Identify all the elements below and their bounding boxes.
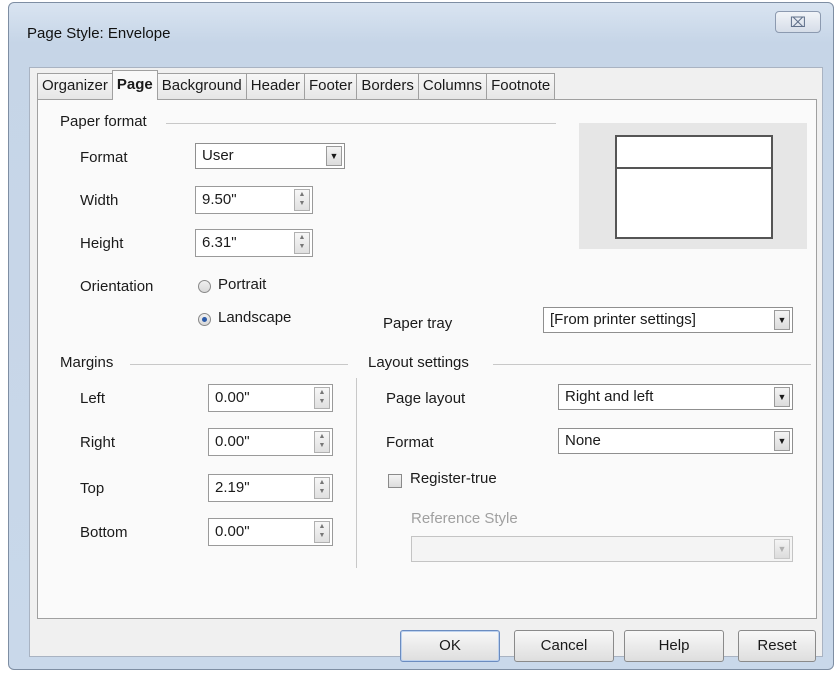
- layout-divider: [493, 364, 811, 365]
- page-layout-value: Right and left: [565, 388, 654, 405]
- format-label: Format: [80, 149, 128, 166]
- bottom-margin-value: 0.00": [215, 523, 250, 540]
- layout-format-value: None: [565, 432, 601, 449]
- help-button[interactable]: Help: [624, 630, 724, 662]
- page-layout-label: Page layout: [386, 390, 466, 407]
- portrait-radio[interactable]: [198, 280, 211, 293]
- format-dropdown[interactable]: User ▼: [195, 143, 345, 169]
- dialog-title: Page Style: Envelope: [27, 25, 171, 42]
- dialog-content: Organizer Page Background Header Footer …: [29, 67, 823, 662]
- tab-footnote[interactable]: Footnote: [486, 73, 556, 99]
- format-value: User: [202, 147, 234, 164]
- paper-tray-label: Paper tray: [383, 315, 453, 332]
- top-margin-label: Top: [80, 480, 105, 497]
- top-margin-spinbox[interactable]: 2.19" ▲ ▼: [208, 474, 333, 502]
- close-icon: ⌧: [789, 14, 807, 30]
- bottom-margin-label: Bottom: [80, 524, 128, 541]
- tab-borders[interactable]: Borders: [356, 73, 419, 99]
- left-margin-spinbox[interactable]: 0.00" ▲ ▼: [208, 384, 333, 412]
- left-margin-value: 0.00": [215, 389, 250, 406]
- top-margin-value: 2.19": [215, 479, 250, 496]
- dialog-window: Page Style: Envelope ⌧ Organizer Page Ba…: [8, 2, 834, 670]
- group-separator: [356, 378, 357, 568]
- landscape-label[interactable]: Landscape: [218, 309, 291, 326]
- reference-style-dropdown[interactable]: ▼: [411, 536, 793, 562]
- close-button[interactable]: ⌧: [775, 11, 821, 33]
- register-true-checkbox[interactable]: [388, 474, 402, 488]
- paper-tray-value: [From printer settings]: [550, 311, 696, 328]
- margins-divider: [130, 364, 348, 365]
- height-value: 6.31": [202, 234, 237, 251]
- spin-arrows-icon[interactable]: ▲ ▼: [314, 387, 330, 409]
- tab-background[interactable]: Background: [156, 73, 247, 99]
- right-margin-label: Right: [80, 434, 116, 451]
- cancel-button[interactable]: Cancel: [514, 630, 614, 662]
- bottom-margin-spinbox[interactable]: 0.00" ▲ ▼: [208, 518, 333, 546]
- page-preview: [579, 123, 807, 249]
- tab-header[interactable]: Header: [245, 73, 305, 99]
- chevron-down-icon[interactable]: ▼: [774, 431, 790, 451]
- preview-header-line: [617, 167, 771, 169]
- spin-arrows-icon[interactable]: ▲ ▼: [314, 521, 330, 543]
- page-tab-panel: Paper format Format User ▼ Width 9.50" ▲…: [37, 99, 817, 619]
- tab-organizer[interactable]: Organizer: [37, 73, 113, 99]
- portrait-label[interactable]: Portrait: [218, 276, 266, 293]
- tab-page[interactable]: Page: [111, 70, 158, 100]
- layout-format-label: Format: [386, 434, 434, 451]
- paper-format-divider: [166, 123, 556, 124]
- paper-tray-dropdown[interactable]: [From printer settings] ▼: [543, 307, 793, 333]
- right-margin-spinbox[interactable]: 0.00" ▲ ▼: [208, 428, 333, 456]
- ok-button[interactable]: OK: [400, 630, 500, 662]
- layout-format-dropdown[interactable]: None ▼: [558, 428, 793, 454]
- spin-arrows-icon[interactable]: ▲ ▼: [294, 232, 310, 254]
- reset-button[interactable]: Reset: [738, 630, 816, 662]
- orientation-label: Orientation: [80, 278, 154, 295]
- width-label: Width: [80, 192, 119, 209]
- chevron-down-icon[interactable]: ▼: [774, 387, 790, 407]
- register-true-label[interactable]: Register-true: [410, 470, 497, 487]
- chevron-down-icon[interactable]: ▼: [326, 146, 342, 166]
- tab-footer[interactable]: Footer: [303, 73, 358, 99]
- layout-settings-heading: Layout settings: [368, 354, 469, 371]
- reference-style-label: Reference Style: [411, 510, 518, 527]
- right-margin-value: 0.00": [215, 433, 250, 450]
- tab-columns[interactable]: Columns: [417, 73, 488, 99]
- height-spinbox[interactable]: 6.31" ▲ ▼: [195, 229, 313, 257]
- width-spinbox[interactable]: 9.50" ▲ ▼: [195, 186, 313, 214]
- preview-page: [615, 135, 773, 239]
- spin-arrows-icon[interactable]: ▲ ▼: [314, 431, 330, 453]
- tab-bar: Organizer Page Background Header Footer …: [37, 70, 556, 100]
- landscape-radio[interactable]: [198, 313, 211, 326]
- page-layout-dropdown[interactable]: Right and left ▼: [558, 384, 793, 410]
- spin-arrows-icon[interactable]: ▲ ▼: [314, 477, 330, 499]
- height-label: Height: [80, 235, 124, 252]
- width-value: 9.50": [202, 191, 237, 208]
- margins-heading: Margins: [60, 354, 114, 371]
- chevron-down-icon[interactable]: ▼: [774, 310, 790, 330]
- paper-format-heading: Paper format: [60, 113, 147, 130]
- spin-arrows-icon[interactable]: ▲ ▼: [294, 189, 310, 211]
- left-margin-label: Left: [80, 390, 106, 407]
- chevron-down-icon[interactable]: ▼: [774, 539, 790, 559]
